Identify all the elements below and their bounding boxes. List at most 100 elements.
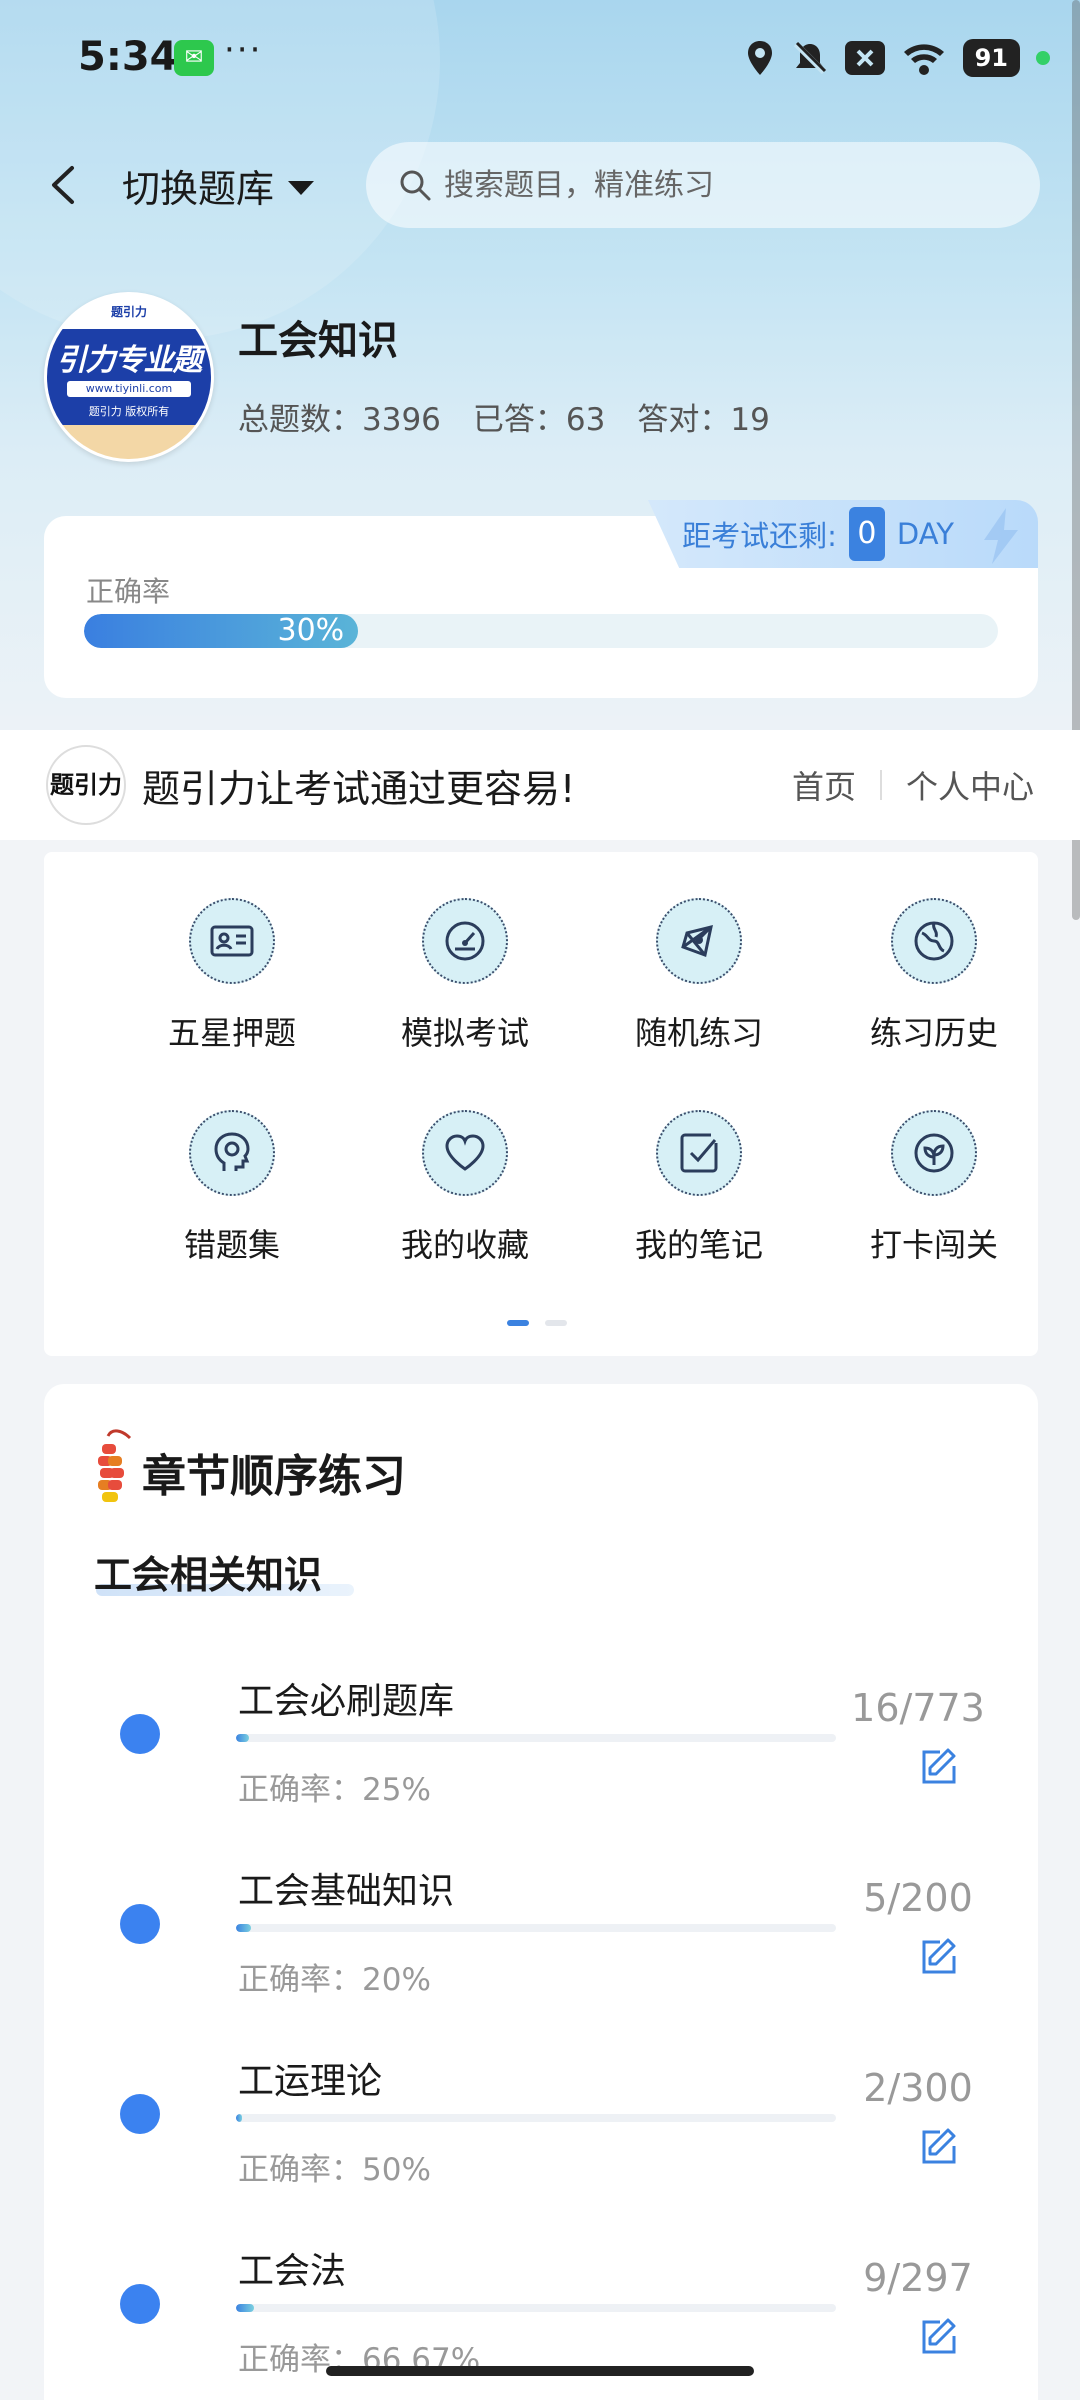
edit-icon[interactable] <box>918 1936 958 1976</box>
stat-correct: 答对：19 <box>637 402 770 438</box>
status-bar: 5:34 ✉ ··· 91 <box>0 0 1080 120</box>
search-icon <box>400 170 431 201</box>
home-indicator[interactable] <box>326 2366 754 2376</box>
function-label: 错题集 <box>183 1226 280 1264</box>
nav-home-link[interactable]: 首页 <box>792 762 856 808</box>
bank-logo: 题引力 引力专业题 www.tiyinli.com 题引力 版权所有 <box>44 292 214 462</box>
chapter-count: 2/300 <box>863 2066 973 2110</box>
chapter-progress-bar <box>236 1734 836 1742</box>
search-bar[interactable] <box>366 142 1040 228</box>
more-notifications-icon: ··· <box>224 30 263 70</box>
globe-icon <box>891 898 977 984</box>
chapter-progress-fill <box>236 2304 254 2312</box>
chapter-count: 9/297 <box>863 2256 973 2300</box>
edit-icon[interactable] <box>918 1746 958 1786</box>
chapter-accuracy: 正确率：25% <box>238 1772 431 1808</box>
switch-bank-label: 切换题库 <box>122 167 275 211</box>
chapter-accuracy: 正确率：50% <box>238 2152 431 2188</box>
chapter-name: 工运理论 <box>238 2061 383 2102</box>
wifi-icon <box>901 40 947 76</box>
chapter-bullet <box>120 2094 160 2134</box>
chapter-progress-bar <box>236 2304 836 2312</box>
page-dot <box>545 1320 567 1326</box>
function-random-practice[interactable]: 随机练习 <box>599 898 799 1054</box>
function-notes[interactable]: 我的笔记 <box>599 1110 799 1266</box>
firecracker-icon <box>98 1429 132 1502</box>
bank-stats: 总题数：3396 已答：63 答对：19 <box>238 394 770 439</box>
chapter-progress-bar <box>236 1924 836 1932</box>
search-input[interactable] <box>442 166 1006 204</box>
location-icon <box>745 39 775 77</box>
chapter-practice-title: 章节顺序练习 <box>142 1451 406 1502</box>
id-card-icon <box>189 898 275 984</box>
brand-logo: 题引力 <box>46 745 126 825</box>
chapter-name: 工会必刷题库 <box>238 1681 455 1722</box>
chevron-left-icon <box>52 166 74 204</box>
logo-copyright-text: 题引力 版权所有 <box>88 405 170 418</box>
chapter-count: 5/200 <box>863 1876 973 1920</box>
chapter-item[interactable]: 工会必刷题库 正确率：25% 16/773 <box>44 1650 1038 1840</box>
function-label: 随机练习 <box>634 1014 763 1052</box>
slogan-text: 题引力让考试通过更容易! <box>142 766 576 811</box>
chapter-bullet <box>120 1904 160 1944</box>
brain-head-icon <box>189 1110 275 1196</box>
chapter-practice-card: 章节顺序练习 工会相关知识 工会必刷题库 正确率：25% 16/773 工会基础… <box>44 1384 1038 2400</box>
function-label: 五星押题 <box>167 1014 296 1052</box>
accuracy-progress-bar: 30% <box>84 614 998 648</box>
leaf-badge-icon <box>891 1110 977 1196</box>
back-button[interactable] <box>44 160 84 210</box>
exam-countdown-badge: 距考试还剩: 0 DAY <box>648 500 1038 568</box>
nav-divider <box>879 770 882 800</box>
function-five-star[interactable]: 五星押题 <box>132 898 332 1054</box>
edit-icon[interactable] <box>918 2316 958 2356</box>
chapter-item[interactable]: 工会基础知识 正确率：20% 5/200 <box>44 1840 1038 2030</box>
edit-icon[interactable] <box>918 2126 958 2166</box>
function-label: 我的收藏 <box>400 1226 529 1264</box>
stat-answered: 已答：63 <box>472 402 606 438</box>
chapter-progress-bar <box>236 2114 836 2122</box>
function-label: 模拟考试 <box>400 1014 529 1052</box>
chapter-bullet <box>120 1714 160 1754</box>
chapter-item[interactable]: 工运理论 正确率：50% 2/300 <box>44 2030 1038 2220</box>
bank-title: 工会知识 <box>238 318 398 364</box>
function-practice-history[interactable]: 练习历史 <box>834 898 1034 1054</box>
close-notification-icon <box>844 41 885 75</box>
chapter-accuracy: 正确率：20% <box>238 1962 431 1998</box>
slogan-bar: 题引力 题引力让考试通过更容易! 首页 个人中心 <box>0 730 1080 840</box>
function-wrong-questions[interactable]: 错题集 <box>132 1110 332 1266</box>
exam-countdown-unit: DAY <box>896 517 954 551</box>
chapter-progress-fill <box>236 1924 251 1932</box>
chapter-progress-fill <box>236 2114 242 2122</box>
chapter-name: 工会法 <box>238 2251 347 2292</box>
function-mock-exam[interactable]: 模拟考试 <box>365 898 565 1054</box>
chapter-bullet <box>120 2284 160 2324</box>
nav-profile-link[interactable]: 个人中心 <box>906 762 1034 808</box>
wechat-icon: ✉ <box>174 40 214 76</box>
network-icon <box>656 898 742 984</box>
stat-total: 总题数：3396 <box>238 402 441 438</box>
logo-main-text: 引力专业题 <box>56 343 203 378</box>
page-indicator <box>507 1320 567 1326</box>
gauge-icon <box>422 898 508 984</box>
exam-countdown-value: 0 <box>848 507 885 561</box>
logo-top-text: 题引力 <box>110 305 147 319</box>
function-label: 练习历史 <box>869 1014 998 1052</box>
lightning-icon <box>984 508 1018 564</box>
section-title: 工会相关知识 <box>94 1553 323 1597</box>
heart-icon <box>422 1110 508 1196</box>
accuracy-card: 距考试还剩: 0 DAY 正确率 30% <box>44 500 1038 698</box>
switch-bank-button[interactable]: 切换题库 <box>122 158 315 213</box>
note-check-icon <box>656 1110 742 1196</box>
battery-level: 91 <box>962 39 1020 77</box>
chapter-count: 16/773 <box>851 1686 985 1730</box>
page-dot-active <box>507 1320 529 1326</box>
chapter-name: 工会基础知识 <box>238 1871 455 1912</box>
function-favorites[interactable]: 我的收藏 <box>365 1110 565 1266</box>
caret-down-icon <box>288 180 315 195</box>
accuracy-label: 正确率 <box>86 575 171 608</box>
chapter-progress-fill <box>236 1734 249 1742</box>
accuracy-progress-fill: 30% <box>84 614 359 648</box>
exam-countdown-label: 距考试还剩: <box>682 519 837 553</box>
function-checkin[interactable]: 打卡闯关 <box>834 1110 1034 1266</box>
function-label: 打卡闯关 <box>869 1226 998 1264</box>
